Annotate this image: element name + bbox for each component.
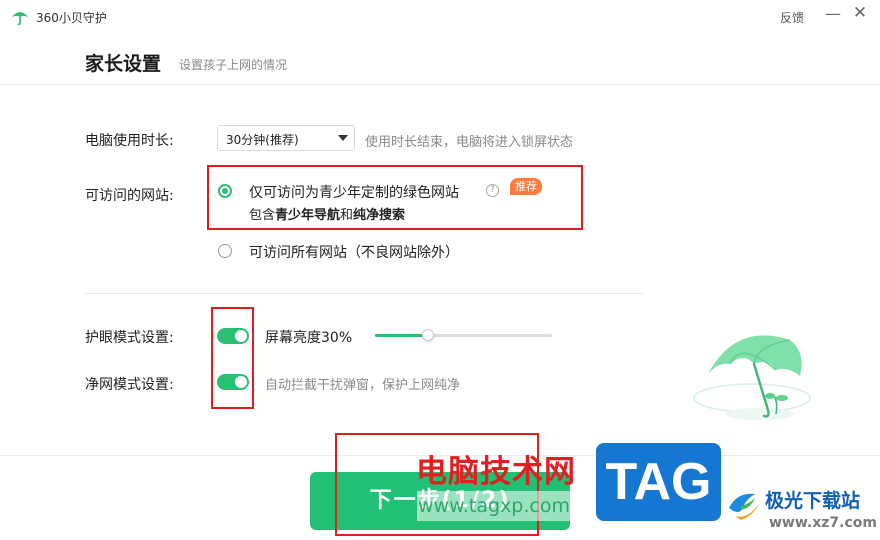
- eye-mode-toggle[interactable]: [217, 328, 249, 344]
- green-sites-description: 包含青少年导航和纯净搜索: [249, 204, 405, 223]
- green-sites-option-label[interactable]: 仅可访问为青少年定制的绿色网站: [249, 182, 459, 202]
- description-prefix: 包含: [249, 208, 276, 223]
- net-mode-label: 净网模式设置:: [85, 377, 174, 393]
- accessible-sites-label: 可访问的网站:: [85, 188, 174, 204]
- chevron-down-icon: [338, 135, 348, 141]
- all-sites-option-label[interactable]: 可访问所有网站（不良网站除外）: [249, 242, 459, 262]
- net-mode-hint: 自动拦截干扰弹窗，保护上网纯净: [265, 378, 461, 393]
- watermark-site-name: 极光下载站: [765, 490, 861, 512]
- toggle-knob: [235, 330, 247, 342]
- umbrella-app-icon: [12, 12, 28, 26]
- close-button[interactable]: ✕: [851, 3, 869, 27]
- description-joiner: 和: [340, 208, 354, 223]
- usage-time-select[interactable]: 30分钟(推荐): [217, 125, 355, 151]
- youth-navigation-text: 青少年导航: [275, 208, 341, 223]
- page-title: 家长设置: [85, 53, 162, 75]
- umbrella-illustration: [693, 335, 811, 420]
- watermark-url: www.tagxp.com: [417, 491, 571, 521]
- toggle-knob: [235, 376, 247, 388]
- watermark-text: 电脑技术网: [416, 454, 576, 490]
- pure-search-text: 纯净搜索: [353, 208, 406, 223]
- green-sites-radio[interactable]: [218, 184, 232, 198]
- app-title: 360小贝守护: [36, 11, 107, 25]
- brightness-slider-thumb[interactable]: [422, 329, 434, 341]
- all-sites-radio[interactable]: [218, 244, 232, 258]
- usage-time-label: 电脑使用时长:: [85, 133, 174, 149]
- title-bar: [0, 0, 880, 34]
- help-icon[interactable]: ?: [486, 184, 499, 197]
- brightness-slider-fill: [375, 334, 428, 337]
- section-divider: [85, 293, 643, 294]
- radio-selected-dot: [222, 188, 228, 194]
- recommend-badge: 推荐: [510, 178, 542, 195]
- header-divider: [0, 84, 880, 85]
- minimize-button[interactable]: —: [824, 4, 842, 28]
- net-mode-toggle[interactable]: [217, 374, 249, 390]
- site-logo-icon: [729, 493, 759, 520]
- watermark-site-url: www.xz7.com: [769, 515, 877, 531]
- eye-mode-label: 护眼模式设置:: [85, 330, 174, 346]
- feedback-link[interactable]: 反馈: [780, 9, 804, 26]
- page-subtitle: 设置孩子上网的情况: [179, 58, 288, 72]
- annotation-box-toggles: [211, 307, 254, 409]
- usage-time-hint: 使用时长结束，电脑将进入锁屏状态: [365, 135, 574, 150]
- watermark-tag-logo: TAG: [596, 443, 721, 521]
- usage-time-value: 30分钟(推荐): [226, 133, 299, 147]
- brightness-label: 屏幕亮度30%: [265, 330, 353, 346]
